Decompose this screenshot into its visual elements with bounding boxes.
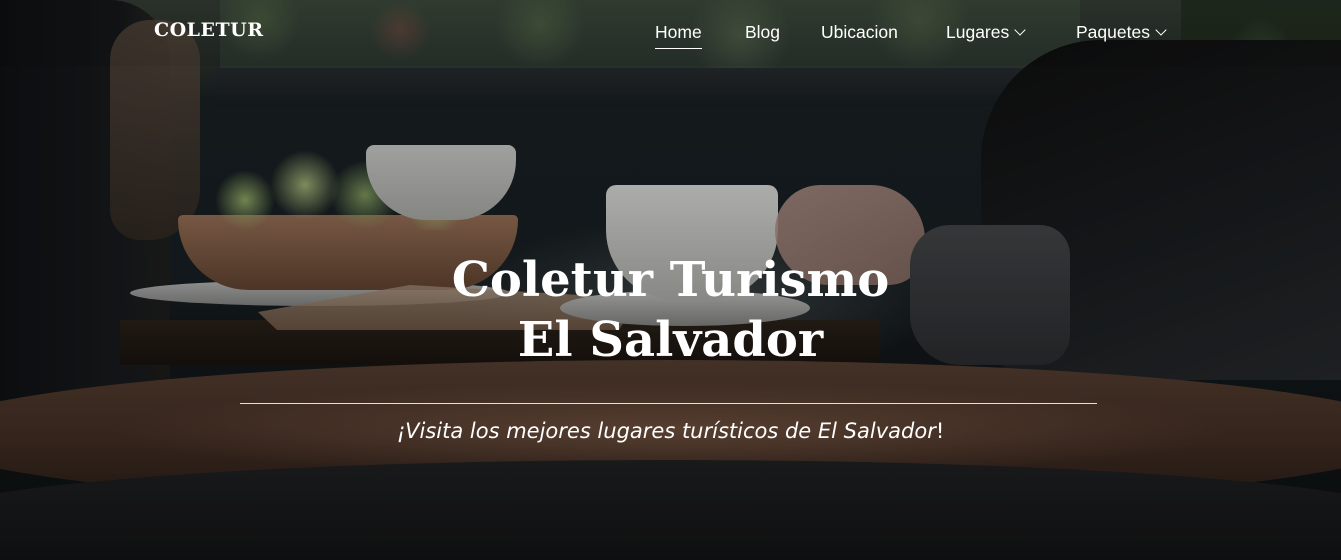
hero-subtitle-exclamation: ! xyxy=(935,419,945,443)
chevron-down-icon xyxy=(1014,24,1026,36)
nav-paquetes-dropdown[interactable]: Paquetes xyxy=(1076,22,1167,43)
hero-divider xyxy=(240,403,1097,404)
nav-ubicacion-label: Ubicacion xyxy=(821,22,898,42)
nav-ubicacion[interactable]: Ubicacion xyxy=(821,22,898,43)
hero-subtitle: ¡Visita los mejores lugares turísticos d… xyxy=(0,419,1341,443)
nav-blog[interactable]: Blog xyxy=(745,22,780,43)
chevron-down-icon xyxy=(1155,24,1167,36)
nav-home-label: Home xyxy=(655,22,702,42)
hero-title-line2: El Salvador xyxy=(517,312,824,368)
hero-subtitle-text: ¡Visita los mejores lugares turísticos d… xyxy=(396,419,936,443)
hero-title-line1: Coletur Turismo xyxy=(451,252,890,308)
top-navbar: COLETUR Home Blog Ubicacion Lugares Paqu… xyxy=(0,0,1341,66)
nav-blog-label: Blog xyxy=(745,22,781,42)
brand-logo[interactable]: COLETUR xyxy=(154,19,264,41)
nav-lugares-label: Lugares xyxy=(946,22,1010,42)
nav-lugares-dropdown[interactable]: Lugares xyxy=(946,22,1026,43)
nav-paquetes-label: Paquetes xyxy=(1076,22,1150,42)
nav-home[interactable]: Home xyxy=(655,22,702,49)
hero-title: Coletur Turismo El Salvador xyxy=(0,250,1341,370)
